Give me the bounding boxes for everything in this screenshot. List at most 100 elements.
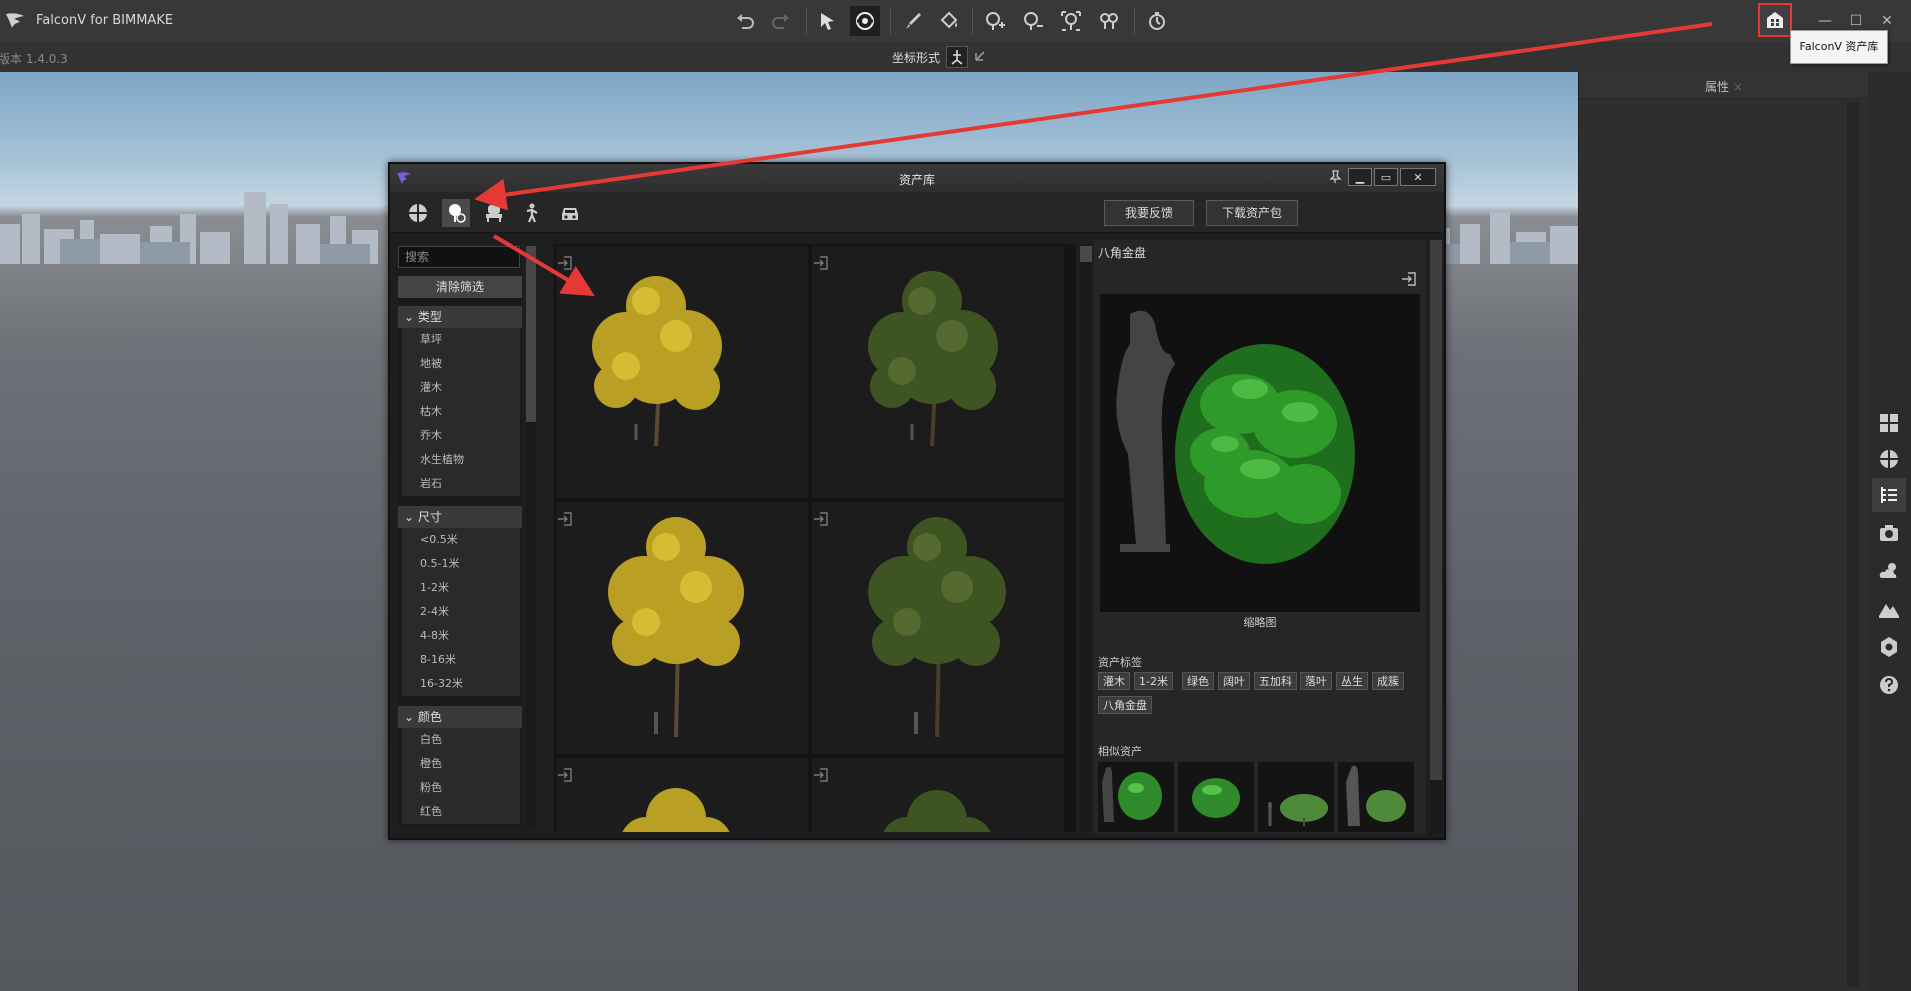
import-icon[interactable] (556, 254, 574, 272)
similar-asset-card[interactable] (1098, 762, 1174, 832)
filter-type-header[interactable]: ⌄ 类型 (398, 306, 522, 328)
asset-card[interactable] (812, 502, 1064, 754)
import-icon[interactable] (812, 510, 830, 528)
asset-card[interactable] (556, 246, 808, 498)
add-plant-button[interactable] (980, 6, 1010, 36)
sidebar-grid-button[interactable] (1876, 410, 1902, 436)
maximize-button[interactable]: ☐ (1843, 10, 1869, 32)
sidebar-weather-button[interactable] (1876, 558, 1902, 584)
filter-item[interactable]: 0.5-1米 (402, 552, 520, 576)
library-minimize-button[interactable]: ▁ (1348, 168, 1372, 186)
grid-scroll-thumb[interactable] (1080, 246, 1092, 262)
remove-plant-button[interactable] (1018, 6, 1048, 36)
sidebar-outline-button[interactable] (1876, 482, 1902, 508)
filter-item[interactable]: 岩石 (402, 472, 520, 496)
redo-button[interactable] (766, 6, 796, 36)
import-icon[interactable] (1400, 270, 1418, 288)
asset-library-titlebar[interactable]: 资产库 ▁ ▭ ✕ (390, 164, 1444, 193)
sidebar-terrain-button[interactable] (1876, 596, 1902, 622)
import-icon[interactable] (556, 510, 574, 528)
asset-library-button[interactable] (1758, 3, 1792, 37)
properties-title-text: 属性 (1705, 80, 1730, 94)
asset-tag[interactable]: 八角金盘 (1098, 696, 1152, 714)
asset-card[interactable] (812, 246, 1064, 498)
filter-item[interactable]: 8-16米 (402, 648, 520, 672)
clear-filter-button[interactable]: 清除筛选 (398, 276, 522, 298)
asset-tag[interactable]: 1-2米 (1134, 672, 1173, 690)
pin-icon[interactable] (1328, 170, 1342, 184)
filter-item[interactable]: 1-2米 (402, 576, 520, 600)
filter-item[interactable]: 16-32米 (402, 672, 520, 696)
asset-card[interactable] (556, 758, 808, 832)
filter-item[interactable]: 2-4米 (402, 600, 520, 624)
axis-figure-icon (951, 50, 963, 65)
similar-asset-card[interactable] (1178, 762, 1254, 832)
paint-plants-button[interactable] (1094, 6, 1124, 36)
filter-scroll-thumb[interactable] (526, 246, 536, 422)
timer-icon (1149, 12, 1165, 30)
similar-asset-card[interactable] (1258, 762, 1334, 832)
asset-tag[interactable]: 绿色 (1182, 672, 1214, 690)
tab-vehicles[interactable] (556, 199, 584, 227)
search-input[interactable]: 搜索 (398, 246, 520, 268)
feedback-button[interactable]: 我要反馈 (1104, 200, 1194, 226)
close-button[interactable]: ✕ (1874, 10, 1900, 32)
timer-button[interactable] (1142, 6, 1172, 36)
scatter-button[interactable] (1056, 6, 1086, 36)
filter-item[interactable]: <0.5米 (402, 528, 520, 552)
tab-people[interactable] (518, 199, 546, 227)
asset-tag[interactable]: 丛生 (1336, 672, 1368, 690)
filter-size-header[interactable]: ⌄ 尺寸 (398, 506, 522, 528)
library-maximize-button[interactable]: ▭ (1374, 168, 1398, 186)
filter-item[interactable]: 粉色 (402, 776, 520, 800)
tab-furniture[interactable] (480, 199, 508, 227)
sidebar-help-button[interactable] (1876, 672, 1902, 698)
filter-item[interactable]: 橙色 (402, 752, 520, 776)
filter-item[interactable]: 地被 (402, 352, 520, 376)
asset-tag[interactable]: 成簇 (1372, 672, 1404, 690)
grid-scrollbar[interactable] (1080, 244, 1092, 832)
detail-scroll-thumb[interactable] (1430, 240, 1442, 780)
similar-asset-card[interactable] (1338, 762, 1414, 832)
select-tool-button[interactable] (812, 6, 842, 36)
filter-color-header[interactable]: ⌄ 颜色 (398, 706, 522, 728)
import-icon[interactable] (556, 766, 574, 784)
filter-item[interactable]: 4-8米 (402, 624, 520, 648)
orbit-tool-button[interactable] (850, 6, 880, 36)
filter-item[interactable]: 灌木 (402, 376, 520, 400)
filter-item[interactable]: 红色 (402, 800, 520, 824)
sidebar-globe-button[interactable] (1876, 446, 1902, 472)
sidebar-camera-button[interactable] (1876, 520, 1902, 546)
filter-item[interactable]: 枯木 (402, 400, 520, 424)
minimize-button[interactable]: — (1812, 10, 1838, 32)
fill-tool-button[interactable] (934, 6, 964, 36)
tab-plants[interactable] (442, 199, 470, 227)
green-tree-thumbnail (883, 790, 991, 832)
import-icon[interactable] (812, 766, 830, 784)
properties-scrollbar[interactable] (1847, 102, 1859, 987)
asset-tag[interactable]: 阔叶 (1218, 672, 1250, 690)
asset-tag[interactable]: 灌木 (1098, 672, 1130, 690)
asset-card[interactable] (556, 502, 808, 754)
sidebar-settings-button[interactable] (1876, 634, 1902, 660)
filter-item[interactable]: 草坪 (402, 328, 520, 352)
brush-tool-button[interactable] (898, 6, 928, 36)
filter-item[interactable]: 乔木 (402, 424, 520, 448)
undo-button[interactable] (730, 6, 760, 36)
filter-scrollbar[interactable] (526, 246, 536, 826)
filter-item[interactable]: 水生植物 (402, 448, 520, 472)
asset-tag[interactable]: 落叶 (1300, 672, 1332, 690)
asset-card[interactable] (812, 758, 1064, 832)
coordinate-world-button[interactable] (970, 46, 990, 66)
chevron-down-icon: ⌄ (404, 310, 418, 324)
properties-panel: 属性 × (1578, 72, 1869, 991)
filter-item[interactable]: 白色 (402, 728, 520, 752)
properties-close-button[interactable]: × (1733, 80, 1743, 94)
download-pack-button[interactable]: 下载资产包 (1206, 200, 1298, 226)
library-close-button[interactable]: ✕ (1400, 168, 1436, 186)
detail-scrollbar[interactable] (1430, 240, 1442, 834)
import-icon[interactable] (812, 254, 830, 272)
coordinate-local-button[interactable] (946, 46, 968, 68)
tab-environment[interactable] (404, 199, 432, 227)
asset-tag[interactable]: 五加科 (1254, 672, 1297, 690)
